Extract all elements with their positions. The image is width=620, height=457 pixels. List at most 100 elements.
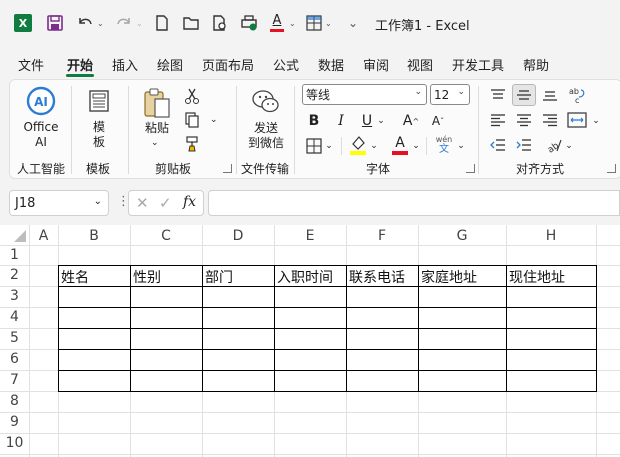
tab-page-layout[interactable]: 页面布局 bbox=[202, 55, 254, 74]
cell-g2[interactable]: 家庭地址 bbox=[421, 267, 505, 287]
tab-file[interactable]: 文件 bbox=[18, 55, 44, 74]
orientation-dropdown-icon[interactable]: ⌄ bbox=[563, 135, 575, 157]
column-header-h[interactable]: H bbox=[506, 228, 596, 245]
print-icon[interactable] bbox=[240, 12, 258, 34]
undo-icon[interactable] bbox=[76, 12, 94, 34]
template-icon[interactable] bbox=[87, 88, 111, 114]
borders-dropdown-icon[interactable]: ⌄ bbox=[323, 135, 335, 157]
tab-insert[interactable]: 插入 bbox=[112, 55, 138, 74]
row-header-4[interactable]: 4 bbox=[0, 309, 29, 325]
row-header-3[interactable]: 3 bbox=[0, 288, 29, 304]
top-align-icon[interactable] bbox=[488, 85, 508, 105]
paste-icon[interactable] bbox=[142, 86, 172, 120]
office-ai-button[interactable]: Office AI bbox=[16, 120, 66, 150]
cut-icon[interactable] bbox=[183, 87, 201, 105]
print-preview-icon[interactable] bbox=[211, 12, 229, 34]
alignment-launcher-icon[interactable] bbox=[607, 164, 616, 173]
column-header-e[interactable]: E bbox=[274, 228, 346, 245]
phonetic-guide-icon[interactable]: wén 文 bbox=[433, 134, 455, 156]
tab-review[interactable]: 审阅 bbox=[363, 55, 389, 74]
font-size-dropdown-icon[interactable]: ⌄ bbox=[457, 87, 465, 97]
new-file-icon[interactable] bbox=[154, 12, 170, 34]
align-right-icon[interactable] bbox=[540, 110, 560, 130]
paste-button[interactable]: 粘贴 bbox=[143, 121, 171, 136]
bottom-align-icon[interactable] bbox=[540, 85, 560, 105]
office-ai-icon[interactable]: AI bbox=[26, 86, 56, 116]
row-header-7[interactable]: 7 bbox=[0, 372, 29, 388]
send-to-wechat-icon[interactable] bbox=[251, 88, 281, 116]
tab-formulas[interactable]: 公式 bbox=[273, 55, 299, 74]
row-header-1[interactable]: 1 bbox=[0, 247, 29, 263]
underline-dropdown-icon[interactable]: ⌄ bbox=[375, 110, 387, 132]
column-header-f[interactable]: F bbox=[346, 228, 418, 245]
tab-view[interactable]: 视图 bbox=[407, 55, 433, 74]
tab-help[interactable]: 帮助 bbox=[523, 55, 549, 74]
orientation-icon[interactable]: ab bbox=[544, 135, 564, 155]
undo-dropdown-icon[interactable]: ⌄ bbox=[97, 12, 104, 34]
column-header-d[interactable]: D bbox=[202, 228, 274, 245]
redo-icon[interactable] bbox=[115, 12, 133, 34]
row-header-6[interactable]: 6 bbox=[0, 351, 29, 367]
font-color-quick-dropdown-icon[interactable]: ⌄ bbox=[289, 12, 296, 34]
borders-quick-dropdown-icon[interactable]: ⌄ bbox=[325, 12, 332, 34]
bold-button[interactable]: B bbox=[304, 110, 324, 132]
grow-font-button[interactable]: A ^ bbox=[401, 110, 421, 132]
formula-input[interactable] bbox=[208, 190, 620, 216]
cell-f2[interactable]: 联系电话 bbox=[349, 267, 418, 287]
font-size-combo[interactable]: 12 ⌄ bbox=[430, 84, 470, 105]
cell-e2[interactable]: 入职时间 bbox=[277, 267, 346, 287]
font-launcher-icon[interactable] bbox=[466, 164, 475, 173]
merge-center-icon[interactable] bbox=[566, 110, 588, 130]
open-folder-icon[interactable] bbox=[182, 12, 200, 34]
save-icon[interactable] bbox=[46, 12, 64, 34]
font-color-icon[interactable]: A bbox=[390, 134, 410, 156]
paste-dropdown-icon[interactable]: ⌄ bbox=[151, 136, 159, 151]
name-box[interactable]: J18 ⌄ bbox=[9, 190, 109, 216]
column-header-g[interactable]: G bbox=[418, 228, 506, 245]
cell-h2[interactable]: 现住地址 bbox=[509, 267, 595, 287]
column-header-b[interactable]: B bbox=[58, 228, 130, 245]
tab-draw[interactable]: 绘图 bbox=[157, 55, 183, 74]
template-button[interactable]: 模板 bbox=[86, 120, 112, 150]
insert-function-button[interactable]: fx bbox=[183, 194, 196, 210]
align-center-icon[interactable] bbox=[514, 110, 534, 130]
worksheet-grid[interactable] bbox=[0, 225, 620, 457]
cell-d2[interactable]: 部门 bbox=[205, 267, 273, 287]
row-header-9[interactable]: 9 bbox=[0, 414, 29, 430]
enter-icon[interactable]: ✓ bbox=[159, 194, 172, 212]
copy-icon[interactable] bbox=[183, 111, 201, 129]
italic-button[interactable]: I bbox=[331, 110, 351, 132]
customize-toolbar-icon[interactable]: ⌄ bbox=[348, 12, 358, 34]
row-header-2[interactable]: 2 bbox=[0, 267, 29, 283]
merge-dropdown-icon[interactable]: ⌄ bbox=[590, 110, 602, 132]
underline-button[interactable]: U bbox=[357, 110, 377, 132]
column-header-a[interactable]: A bbox=[29, 228, 58, 245]
cell-b2[interactable]: 姓名 bbox=[61, 267, 129, 287]
font-name-combo[interactable]: 等线 ⌄ bbox=[302, 84, 427, 105]
font-color-dropdown-icon[interactable]: ⌄ bbox=[410, 135, 422, 157]
wrap-text-icon[interactable]: ab c bbox=[566, 84, 588, 106]
tab-data[interactable]: 数据 bbox=[318, 55, 344, 74]
borders-icon[interactable] bbox=[304, 136, 324, 156]
tab-developer[interactable]: 开发工具 bbox=[452, 55, 504, 74]
column-header-c[interactable]: C bbox=[130, 228, 202, 245]
borders-quick-icon[interactable] bbox=[305, 12, 323, 34]
fill-color-icon[interactable] bbox=[348, 134, 368, 156]
tab-home[interactable]: 开始 bbox=[67, 55, 93, 74]
cancel-icon[interactable]: ✕ bbox=[136, 194, 149, 212]
row-header-5[interactable]: 5 bbox=[0, 330, 29, 346]
decrease-indent-icon[interactable] bbox=[488, 135, 508, 155]
name-box-dropdown-icon[interactable]: ⌄ bbox=[94, 196, 102, 207]
copy-dropdown-icon[interactable]: ⌄ bbox=[210, 113, 218, 128]
align-left-icon[interactable] bbox=[488, 110, 508, 130]
format-painter-icon[interactable] bbox=[183, 135, 201, 153]
phonetic-guide-dropdown-icon[interactable]: ⌄ bbox=[455, 135, 467, 157]
font-color-quick-icon[interactable]: A bbox=[270, 12, 284, 34]
redo-dropdown-icon[interactable]: ⌄ bbox=[136, 12, 143, 34]
font-name-dropdown-icon[interactable]: ⌄ bbox=[414, 87, 422, 97]
row-header-10[interactable]: 10 bbox=[0, 435, 29, 451]
fill-color-dropdown-icon[interactable]: ⌄ bbox=[368, 135, 380, 157]
middle-align-icon[interactable] bbox=[512, 84, 536, 106]
shrink-font-button[interactable]: Aˇ bbox=[428, 110, 448, 132]
increase-indent-icon[interactable] bbox=[514, 135, 534, 155]
